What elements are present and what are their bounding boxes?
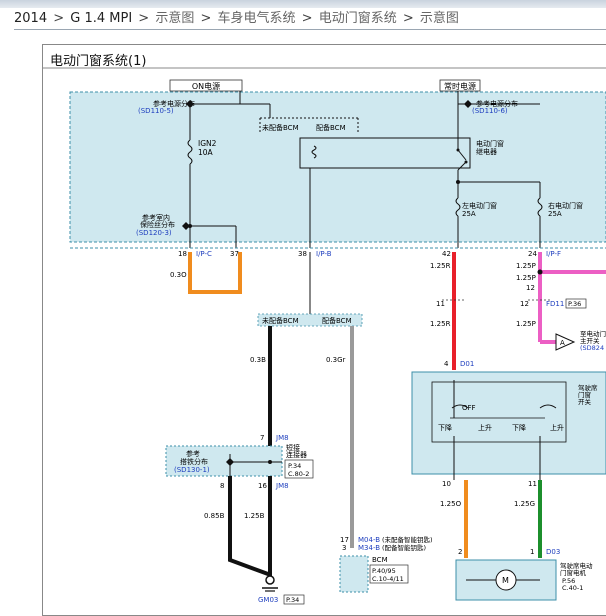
ground-point: [265, 575, 275, 585]
ref-power-right-code: (SD110-6): [472, 107, 508, 115]
wire-125p-a: 1.25P: [516, 262, 536, 270]
pin-16: 16: [258, 482, 267, 490]
motor-c: C.40-1: [562, 584, 583, 592]
relay-label-1: 电动门窗: [476, 139, 504, 148]
up-1: 上升: [478, 423, 492, 432]
down-1: 下降: [438, 423, 452, 432]
wiring-diagram: ON电源 常时电源 参考电源分布 (SD110-5) 参考电源分布 (SD110…: [42, 67, 606, 605]
bcm-label: BCM: [372, 556, 388, 564]
pin-8: 8: [220, 482, 224, 490]
pin-3: 3: [342, 544, 346, 552]
ref-ground-2: 搭铁分布: [180, 457, 208, 466]
m34b-note: (配备智能钥匙): [382, 543, 426, 552]
ref-ground-1: 参考: [186, 449, 200, 458]
passenger-switch-code: (SD824: [580, 344, 604, 352]
pin-12: 12: [526, 284, 535, 292]
bcm-c: C.10-4/11: [372, 575, 404, 583]
ign2-label: IGN2: [198, 139, 217, 148]
up-2: 上升: [550, 423, 564, 432]
wire-03gr: 0.3Gr: [326, 356, 346, 364]
ref-interior-2: 保险丝分布: [140, 220, 175, 229]
ign2-amp: 10A: [198, 148, 214, 157]
pin-24: 24: [528, 250, 537, 258]
wire-125r-a: 1.25R: [430, 262, 451, 270]
wire-orange-loop: [188, 252, 242, 294]
left-fuse-label: 左电动门窗: [462, 201, 497, 210]
conn-jm8-b: JM8: [275, 482, 289, 490]
bus-with-bcm: 配备BCM: [322, 316, 352, 325]
pin-7: 7: [260, 434, 264, 442]
right-fuse-amp: 25A: [548, 210, 562, 218]
m04b-note: (未配备智能钥匙): [382, 535, 433, 544]
off-label: OFF: [462, 404, 476, 412]
pin-1: 1: [530, 548, 534, 556]
wire-black-ground: [228, 476, 272, 576]
short-conn-c: C.80-2: [288, 470, 309, 478]
motor-label-2: 门窗电机: [560, 568, 587, 577]
ref-interior-code: (SD120-3): [136, 229, 172, 237]
conn-fd11: FD11: [546, 300, 564, 308]
conn-m04b: M04-B: [358, 536, 380, 544]
wire-125o: 1.25O: [440, 500, 462, 508]
conn-ip-c: I/P-C: [196, 250, 212, 258]
bcm-box: [339, 555, 369, 593]
pin-10: 10: [442, 480, 451, 488]
wire-125p-b: 1.25P: [516, 274, 536, 282]
conn-m34b: M34-B: [358, 544, 380, 552]
wire-125p-c: 1.25P: [516, 320, 536, 328]
pin-11: 11: [436, 300, 445, 308]
conn-ip-f: I/P-F: [546, 250, 561, 258]
pin-12b: 12: [520, 300, 529, 308]
with-bcm-label: 配备BCM: [316, 123, 346, 132]
motor-m: M: [502, 576, 509, 585]
conn-d03: D03: [546, 548, 560, 556]
right-fuse-label: 右电动门窗: [548, 201, 583, 210]
wire-03o: 0.3O: [170, 271, 187, 279]
driver-switch-box: [411, 371, 606, 475]
pin-42: 42: [442, 250, 451, 258]
wire-125b: 1.25B: [244, 512, 265, 520]
ref-p36: P.36: [568, 300, 581, 308]
conn-jm8-a: JM8: [275, 434, 289, 442]
ref-power-left-code: (SD110-5): [138, 107, 174, 115]
no-bcm-label: 未配备BCM: [262, 123, 299, 132]
driver-switch-3: 开关: [578, 397, 592, 406]
pin-2: 2: [458, 548, 462, 556]
conn-ip-b: I/P-B: [316, 250, 332, 258]
bus-no-bcm: 未配备BCM: [262, 316, 299, 325]
pin-37: 37: [230, 250, 239, 258]
conn-d01: D01: [460, 360, 474, 368]
left-fuse-amp: 25A: [462, 210, 476, 218]
marker-a: A: [560, 339, 565, 347]
pin-38: 38: [298, 250, 307, 258]
pin-11b: 11: [528, 480, 537, 488]
wire-085b: 0.85B: [204, 512, 225, 520]
wire-125r-b: 1.25R: [430, 320, 451, 328]
down-2: 下降: [512, 423, 526, 432]
pin-18: 18: [178, 250, 187, 258]
relay-label-2: 继电器: [476, 147, 497, 156]
constant-power-label: 常时电源: [444, 81, 476, 91]
marker-a-arrow: [555, 333, 576, 351]
ref-ground-code: (SD130-1): [174, 466, 210, 474]
wire-03b: 0.3B: [250, 356, 266, 364]
pin-4: 4: [444, 360, 449, 368]
ground-p: P.34: [286, 596, 299, 604]
bcm-p: P.40/95: [372, 567, 396, 575]
ground-label: GM03: [258, 596, 278, 604]
short-conn-2: 连接器: [286, 450, 307, 459]
on-power-label: ON电源: [192, 81, 220, 91]
pin-17: 17: [340, 536, 349, 544]
wire-125g: 1.25G: [514, 500, 535, 508]
short-conn-p: P.34: [288, 462, 301, 470]
